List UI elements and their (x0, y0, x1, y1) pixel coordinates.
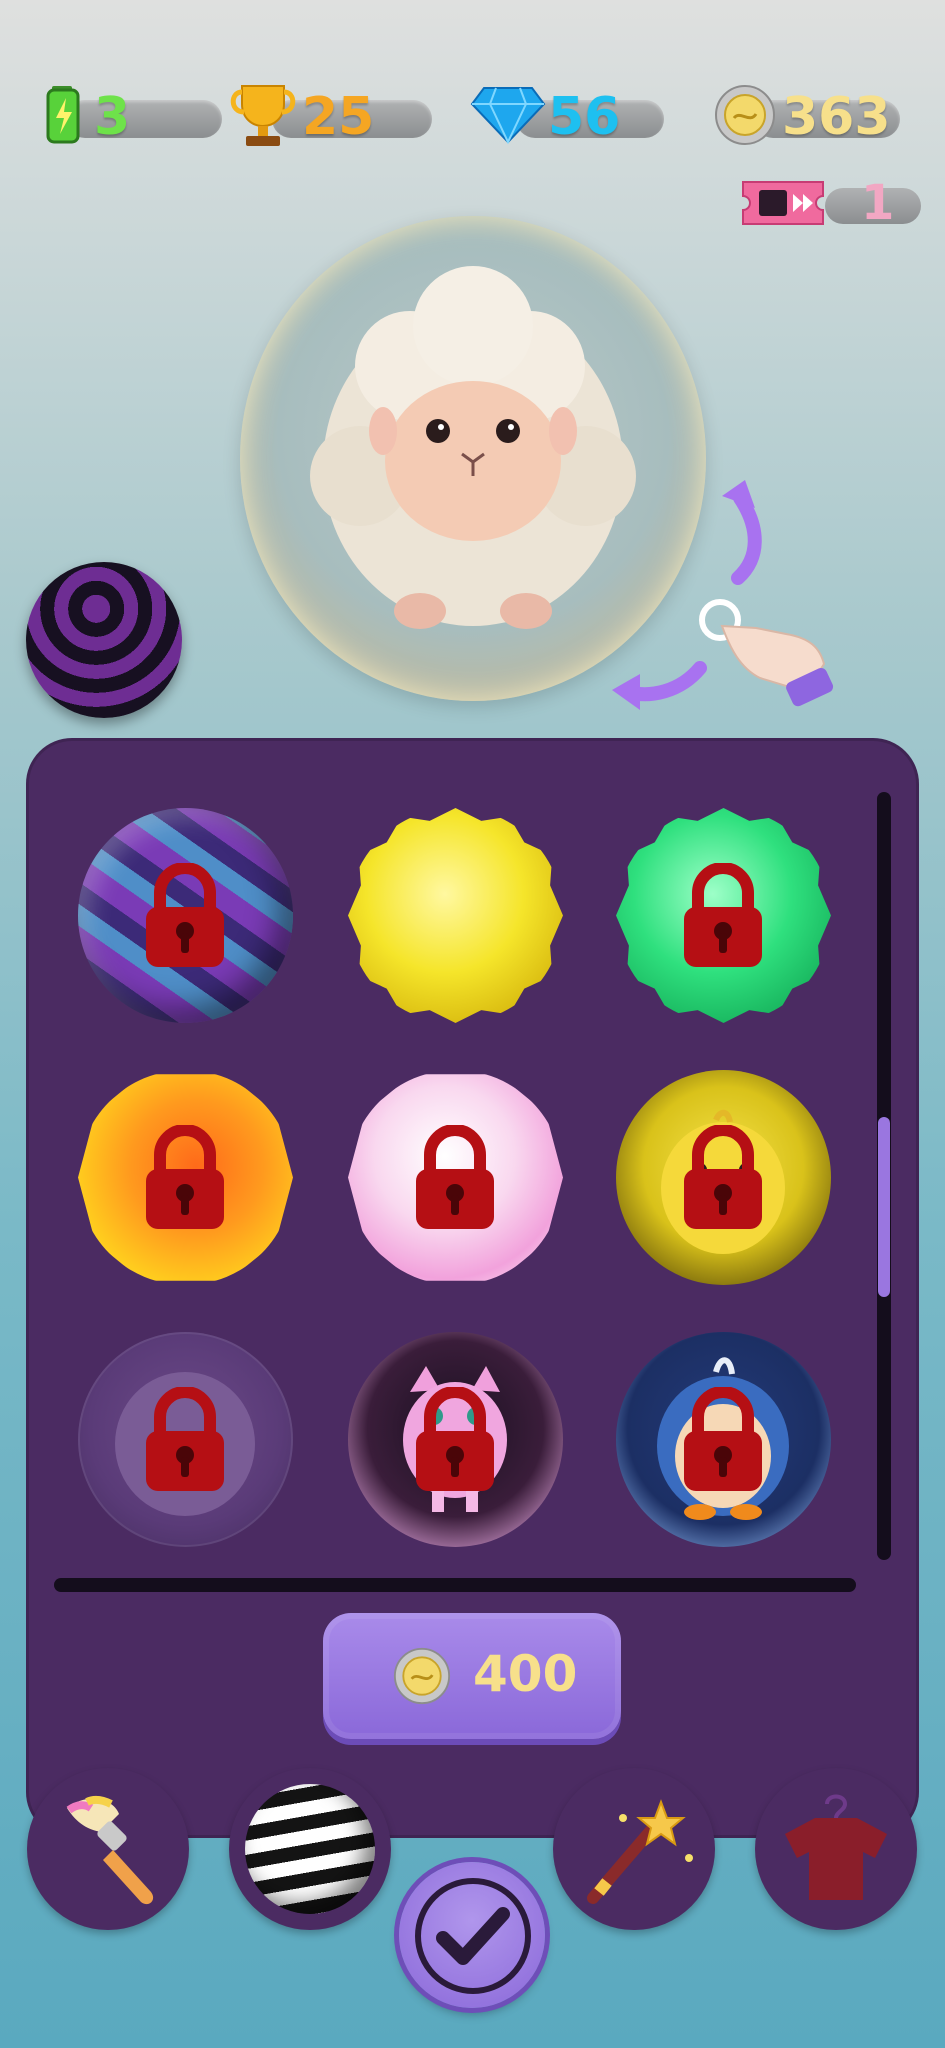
buy-button[interactable]: 400 (323, 1613, 621, 1739)
checkmark-icon (436, 1907, 510, 1965)
tab-ball-skins[interactable] (229, 1768, 391, 1930)
skin-item[interactable] (616, 1070, 831, 1285)
paint-brush-icon (66, 1795, 154, 1905)
trophy-icon (230, 85, 296, 146)
coin-icon (715, 85, 775, 145)
battery-icon (46, 86, 80, 144)
shirt-icon (785, 1794, 887, 1900)
confirm-button[interactable] (399, 1862, 545, 2008)
price-value: 400 (473, 1645, 578, 1703)
lock-icon (146, 1125, 224, 1229)
lock-icon (684, 1387, 762, 1491)
skin-item[interactable] (78, 808, 293, 1023)
tab-effects[interactable] (553, 1768, 715, 1930)
ticket-icon (742, 181, 824, 225)
ball-skin-icon (245, 1784, 375, 1914)
skin-item[interactable] (348, 808, 563, 1023)
tab-outfits[interactable] (755, 1768, 917, 1930)
diamond-icon (470, 87, 546, 145)
striped-ball-icon[interactable] (26, 562, 182, 718)
vertical-scroll-thumb[interactable] (878, 1117, 890, 1297)
coin-value: 363 (782, 87, 891, 147)
ticket-counter: 1 (735, 172, 925, 234)
coin-counter: 363 (714, 84, 914, 147)
vertical-scrollbar[interactable] (877, 792, 891, 1560)
lock-icon (146, 1387, 224, 1491)
skin-item[interactable] (348, 1332, 563, 1547)
coin-icon (393, 1647, 451, 1705)
skin-item[interactable] (348, 1070, 563, 1285)
skin-item[interactable] (78, 1332, 293, 1547)
lock-icon (416, 1387, 494, 1491)
trophy-value: 25 (302, 87, 375, 147)
magic-wand-icon (587, 1799, 693, 1904)
energy-counter: 3 (40, 84, 222, 147)
skin-item[interactable] (616, 1332, 831, 1547)
lock-icon (684, 1125, 762, 1229)
horizontal-scrollbar[interactable] (54, 1578, 856, 1592)
lock-icon (416, 1125, 494, 1229)
skin-item[interactable] (616, 808, 831, 1023)
tab-paint[interactable] (27, 1768, 189, 1930)
gem-value: 56 (548, 87, 621, 147)
gem-counter: 56 (470, 84, 670, 147)
lock-icon (684, 863, 762, 967)
skin-item[interactable] (78, 1070, 293, 1285)
energy-value: 3 (94, 87, 131, 147)
rotate-gesture-icon (612, 480, 834, 710)
lock-icon (146, 863, 224, 967)
trophy-counter: 25 (226, 84, 432, 147)
ticket-value: 1 (861, 175, 895, 231)
